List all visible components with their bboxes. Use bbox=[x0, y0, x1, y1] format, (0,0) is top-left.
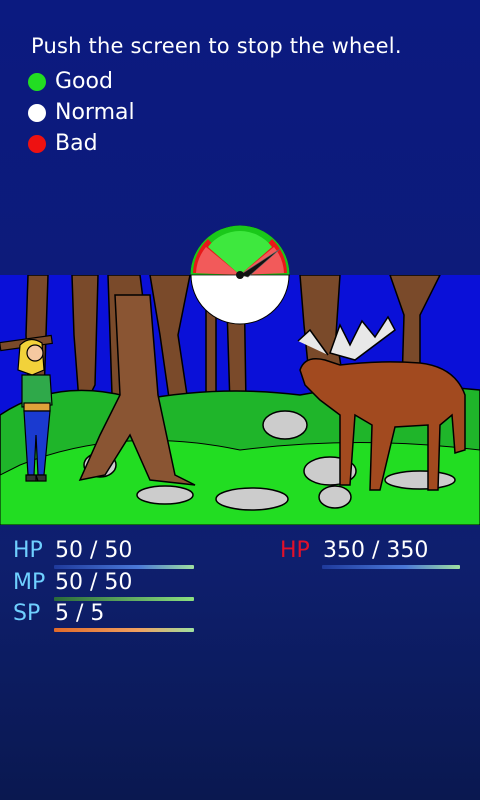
player-stats: HP 50 / 50 MP 50 / 50 SP 5 / 5 bbox=[13, 538, 203, 638]
legend-normal-label: Normal bbox=[55, 100, 135, 125]
player-mp-label: MP bbox=[13, 570, 46, 595]
legend-bad: Bad bbox=[28, 128, 135, 159]
good-dot-icon bbox=[28, 72, 46, 91]
legend-normal: Normal bbox=[28, 97, 135, 128]
wheel-legend: Good Normal Bad bbox=[28, 66, 135, 159]
enemy-stats: HP 350 / 350 bbox=[280, 538, 465, 578]
player-sp-bar bbox=[54, 628, 194, 632]
legend-good-label: Good bbox=[55, 69, 113, 94]
player-hp-bar bbox=[54, 565, 194, 569]
enemy-hp-value: 350 / 350 bbox=[323, 538, 429, 563]
legend-good: Good bbox=[28, 66, 135, 97]
bad-dot-icon bbox=[28, 134, 46, 153]
instructions-text: Push the screen to stop the wheel. bbox=[31, 34, 402, 58]
player-hp-label: HP bbox=[13, 538, 43, 563]
enemy-hp-bar bbox=[322, 565, 460, 569]
enemy-hp-label: HP bbox=[280, 538, 310, 563]
player-sp-value: 5 / 5 bbox=[55, 601, 105, 626]
player-sp-label: SP bbox=[13, 601, 41, 626]
player-mp-value: 50 / 50 bbox=[55, 570, 133, 595]
legend-bad-label: Bad bbox=[55, 131, 98, 156]
player-hp-value: 50 / 50 bbox=[55, 538, 133, 563]
spin-wheel[interactable] bbox=[190, 225, 290, 325]
normal-dot-icon bbox=[28, 103, 46, 122]
